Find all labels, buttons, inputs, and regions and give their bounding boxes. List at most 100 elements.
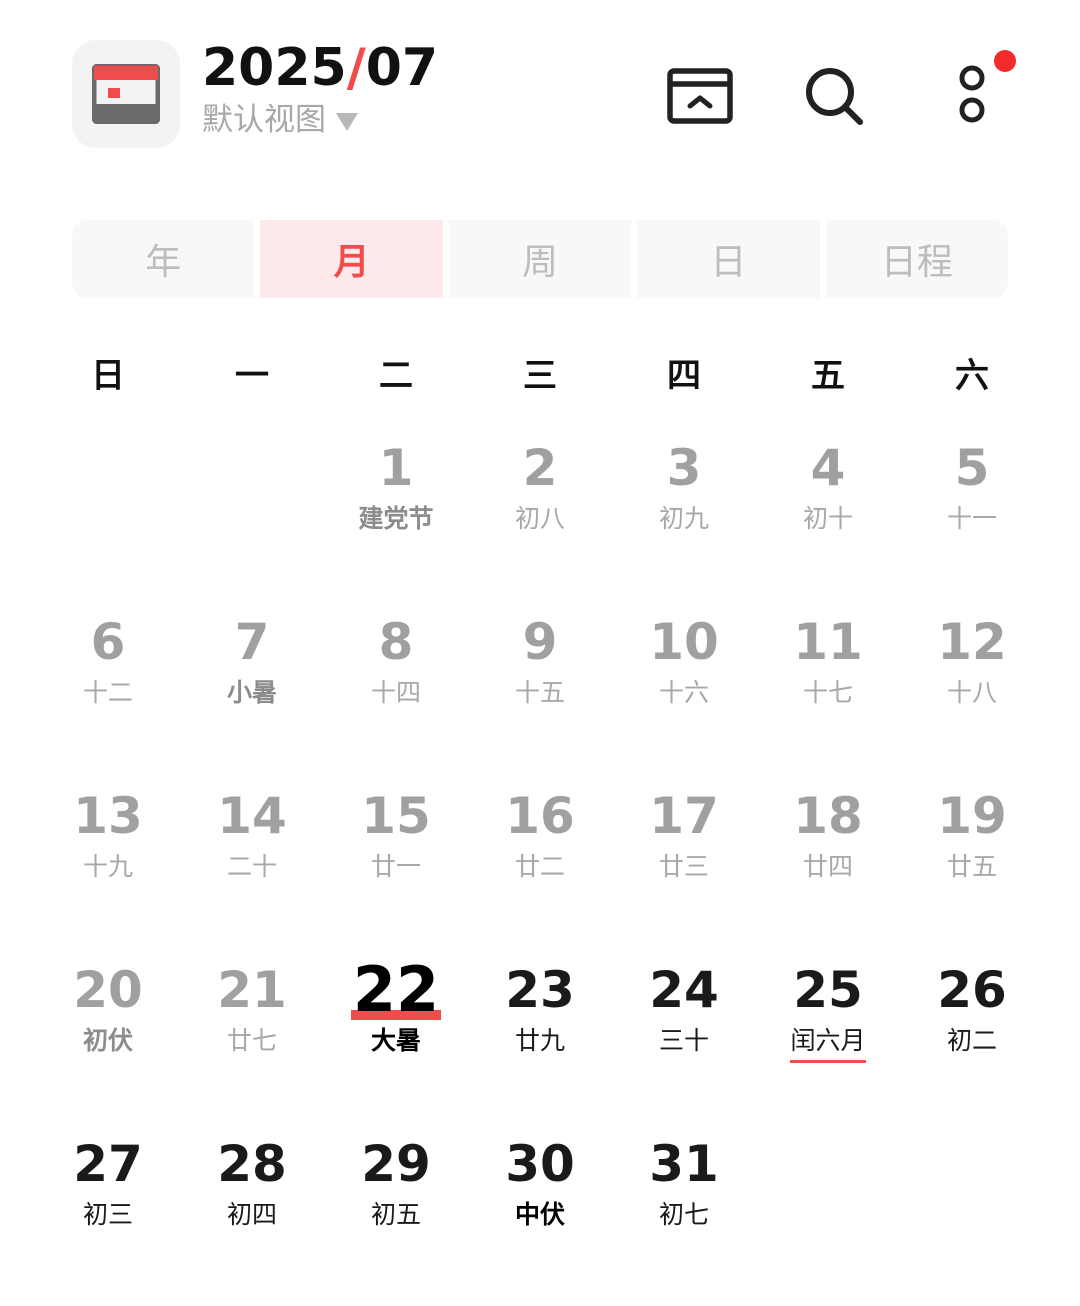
day-cell[interactable]: 26 初二 bbox=[900, 958, 1044, 1132]
day-number: 20 bbox=[73, 961, 143, 1019]
more-dots-icon bbox=[959, 65, 985, 123]
tab-agenda[interactable]: 日程 bbox=[825, 220, 1009, 298]
lunar-label: 廿四 bbox=[802, 852, 853, 881]
weekday-wed: 三 bbox=[523, 356, 557, 396]
day-cell[interactable]: 7 小暑 bbox=[180, 610, 324, 784]
week-row: 13 十九 14 二十 15 廿一 16 廿二 17 廿三 18 廿四 19 廿五 bbox=[36, 784, 1044, 958]
lunar-label: 初伏 bbox=[82, 1026, 133, 1055]
day-cell[interactable]: 21 廿七 bbox=[180, 958, 324, 1132]
day-cell[interactable]: 1 建党节 bbox=[324, 436, 468, 610]
day-cell[interactable]: 10 十六 bbox=[612, 610, 756, 784]
week-row: 1 建党节 2 初八 3 初九 4 初十 5 十一 bbox=[36, 436, 1044, 610]
title-slash: / bbox=[346, 38, 366, 98]
day-number: 21 bbox=[217, 961, 287, 1019]
day-cell[interactable]: 16 廿二 bbox=[468, 784, 612, 958]
lunar-label: 廿五 bbox=[946, 852, 997, 881]
weekday-fri: 五 bbox=[811, 356, 845, 396]
month-grid: 1 建党节 2 初八 3 初九 4 初十 5 十一 6 十二 7 小暑 8 十四 9 十五 10 十… bbox=[36, 436, 1044, 1306]
lunar-label: 小暑 bbox=[226, 678, 277, 707]
week-row: 6 十二 7 小暑 8 十四 9 十五 10 十六 11 十七 12 十八 bbox=[36, 610, 1044, 784]
day-cell[interactable]: 27 初三 bbox=[36, 1132, 180, 1306]
weekday-sat: 六 bbox=[955, 356, 989, 396]
lunar-label: 初四 bbox=[226, 1200, 277, 1229]
lunar-label: 初八 bbox=[514, 504, 565, 533]
day-cell[interactable]: 15 廿一 bbox=[324, 784, 468, 958]
day-number: 17 bbox=[649, 787, 719, 845]
day-cell[interactable]: 23 廿九 bbox=[468, 958, 612, 1132]
day-cell[interactable]: 12 十八 bbox=[900, 610, 1044, 784]
day-cell[interactable]: 4 初十 bbox=[756, 436, 900, 610]
day-cell[interactable]: 19 廿五 bbox=[900, 784, 1044, 958]
day-number: 31 bbox=[649, 1135, 719, 1193]
day-cell[interactable]: 30 中伏 bbox=[468, 1132, 612, 1306]
search-icon bbox=[806, 68, 863, 125]
day-number: 7 bbox=[234, 613, 270, 671]
lunar-label: 初二 bbox=[946, 1026, 997, 1055]
lunar-label: 初九 bbox=[658, 504, 709, 533]
lunar-label: 初三 bbox=[82, 1200, 133, 1229]
day-cell[interactable]: 8 十四 bbox=[324, 610, 468, 784]
day-cell[interactable]: 9 十五 bbox=[468, 610, 612, 784]
lunar-label: 初十 bbox=[802, 504, 853, 533]
day-number: 23 bbox=[505, 961, 575, 1019]
day-cell[interactable]: 5 十一 bbox=[900, 436, 1044, 610]
day-number: 22 bbox=[350, 953, 442, 1026]
day-cell[interactable]: 17 廿三 bbox=[612, 784, 756, 958]
day-number: 9 bbox=[522, 613, 558, 671]
lunar-label: 十七 bbox=[802, 678, 853, 707]
day-cell[interactable]: 25 闰六月 bbox=[756, 958, 900, 1132]
view-tabs: 年 月 周 日 日程 bbox=[72, 220, 1009, 298]
day-cell[interactable]: 29 初五 bbox=[324, 1132, 468, 1306]
lunar-label: 廿九 bbox=[514, 1026, 565, 1055]
empty-day-cell bbox=[180, 436, 324, 610]
back-to-today-button[interactable] bbox=[662, 58, 738, 134]
day-cell[interactable]: 2 初八 bbox=[468, 436, 612, 610]
day-number: 1 bbox=[378, 439, 414, 497]
inbox-tray-icon bbox=[667, 68, 733, 124]
day-cell[interactable]: 31 初七 bbox=[612, 1132, 756, 1306]
day-cell[interactable]: 3 初九 bbox=[612, 436, 756, 610]
lunar-label: 十六 bbox=[658, 678, 709, 707]
day-cell[interactable]: 11 十七 bbox=[756, 610, 900, 784]
empty-day-cell bbox=[756, 1132, 900, 1306]
month-title[interactable]: 2025/07 bbox=[202, 36, 438, 100]
day-cell[interactable]: 6 十二 bbox=[36, 610, 180, 784]
tab-day[interactable]: 日 bbox=[637, 220, 820, 298]
tab-year[interactable]: 年 bbox=[72, 220, 255, 298]
lunar-label: 初七 bbox=[658, 1200, 709, 1229]
day-cell[interactable]: 28 初四 bbox=[180, 1132, 324, 1306]
lunar-label: 中伏 bbox=[514, 1200, 565, 1229]
day-number: 27 bbox=[73, 1135, 143, 1193]
day-number: 29 bbox=[361, 1135, 431, 1193]
lunar-label: 建党节 bbox=[358, 504, 434, 533]
title-month: 07 bbox=[365, 38, 439, 98]
lunar-label: 初五 bbox=[370, 1200, 421, 1229]
day-cell[interactable]: 24 三十 bbox=[612, 958, 756, 1132]
lunar-label: 十四 bbox=[370, 678, 421, 707]
lunar-label: 廿二 bbox=[514, 852, 565, 881]
lunar-label: 廿三 bbox=[658, 852, 709, 881]
tab-month[interactable]: 月 bbox=[260, 220, 443, 298]
day-number: 19 bbox=[937, 787, 1007, 845]
day-number: 16 bbox=[505, 787, 575, 845]
tab-week[interactable]: 周 bbox=[448, 220, 632, 298]
week-row: 20 初伏 21 廿七 22 大暑 23 廿九 24 三十 25 闰六月 26 初二 bbox=[36, 958, 1044, 1132]
lunar-label: 大暑 bbox=[370, 1026, 421, 1055]
calendar-app-icon[interactable] bbox=[72, 40, 180, 148]
view-selector[interactable]: 默认视图 bbox=[202, 100, 358, 140]
day-cell[interactable]: 13 十九 bbox=[36, 784, 180, 958]
day-number: 12 bbox=[937, 613, 1007, 671]
day-cell[interactable]: 20 初伏 bbox=[36, 958, 180, 1132]
weekday-mon: 一 bbox=[235, 356, 269, 396]
day-number: 13 bbox=[73, 787, 143, 845]
day-cell[interactable]: 18 廿四 bbox=[756, 784, 900, 958]
search-button[interactable] bbox=[796, 58, 872, 134]
day-cell[interactable]: 14 二十 bbox=[180, 784, 324, 958]
lunar-label: 廿七 bbox=[226, 1026, 277, 1055]
today-day-cell[interactable]: 22 大暑 bbox=[324, 958, 468, 1132]
lunar-label: 二十 bbox=[226, 852, 277, 881]
dropdown-triangle-icon bbox=[336, 113, 358, 131]
weekday-tue: 二 bbox=[379, 356, 413, 396]
empty-day-cell bbox=[900, 1132, 1044, 1306]
lunar-label: 十九 bbox=[82, 852, 133, 881]
